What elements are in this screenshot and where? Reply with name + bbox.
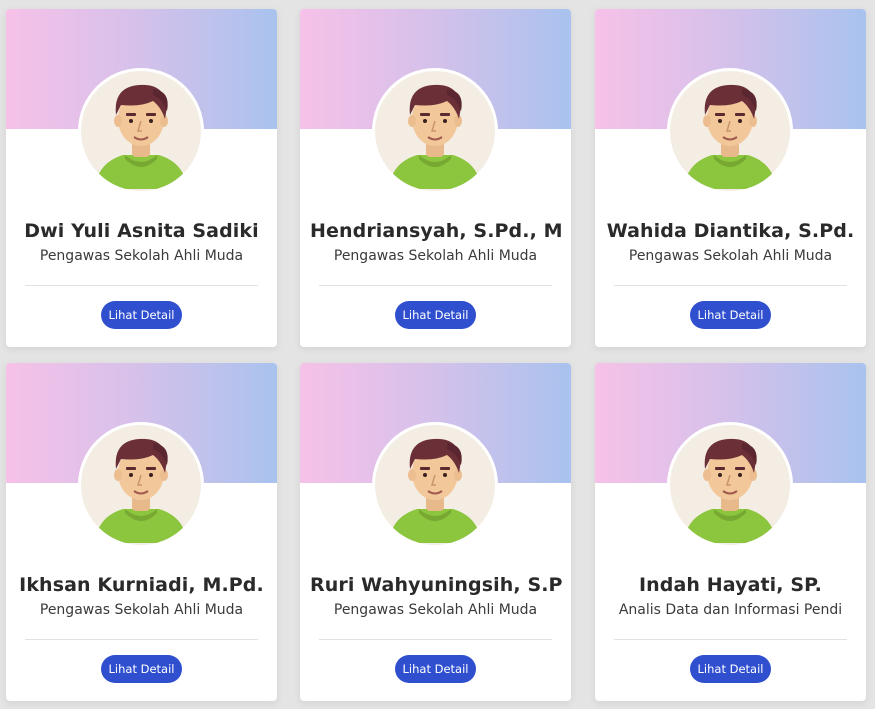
view-detail-button[interactable]: Lihat Detail bbox=[690, 655, 771, 683]
view-detail-button[interactable]: Lihat Detail bbox=[395, 655, 476, 683]
avatar bbox=[372, 68, 498, 194]
staff-name: Hendriansyah, S.Pd., M bbox=[310, 220, 563, 242]
avatar bbox=[78, 68, 204, 194]
default-male-avatar-icon bbox=[670, 71, 790, 191]
staff-name: Dwi Yuli Asnita Sadiki bbox=[24, 220, 259, 242]
staff-role: Pengawas Sekolah Ahli Muda bbox=[39, 602, 244, 618]
view-detail-button[interactable]: Lihat Detail bbox=[101, 655, 182, 683]
staff-card: Indah Hayati, SP. Analis Data dan Inform… bbox=[595, 363, 866, 701]
divider bbox=[25, 639, 258, 640]
staff-role: Pengawas Sekolah Ahli Muda bbox=[628, 248, 833, 264]
default-male-avatar-icon bbox=[81, 425, 201, 545]
divider bbox=[614, 285, 847, 286]
staff-name: Indah Hayati, SP. bbox=[639, 574, 822, 596]
default-male-avatar-icon bbox=[670, 425, 790, 545]
staff-role: Pengawas Sekolah Ahli Muda bbox=[333, 602, 538, 618]
staff-card: Ruri Wahyuningsih, S.P Pengawas Sekolah … bbox=[300, 363, 571, 701]
divider bbox=[319, 285, 552, 286]
staff-role: Analis Data dan Informasi Pendi bbox=[618, 602, 843, 618]
avatar bbox=[667, 422, 793, 548]
staff-name: Ruri Wahyuningsih, S.P bbox=[310, 574, 563, 596]
staff-card: Wahida Diantika, S.Pd. Pengawas Sekolah … bbox=[595, 9, 866, 347]
staff-name: Wahida Diantika, S.Pd. bbox=[606, 220, 855, 242]
default-male-avatar-icon bbox=[375, 425, 495, 545]
divider bbox=[319, 639, 552, 640]
avatar bbox=[667, 68, 793, 194]
default-male-avatar-icon bbox=[375, 71, 495, 191]
staff-role: Pengawas Sekolah Ahli Muda bbox=[39, 248, 244, 264]
divider bbox=[614, 639, 847, 640]
staff-grid: Dwi Yuli Asnita Sadiki Pengawas Sekolah … bbox=[0, 0, 875, 709]
staff-card: Ikhsan Kurniadi, M.Pd. Pengawas Sekolah … bbox=[6, 363, 277, 701]
avatar bbox=[78, 422, 204, 548]
staff-name: Ikhsan Kurniadi, M.Pd. bbox=[19, 574, 264, 596]
avatar bbox=[372, 422, 498, 548]
divider bbox=[25, 285, 258, 286]
view-detail-button[interactable]: Lihat Detail bbox=[690, 301, 771, 329]
view-detail-button[interactable]: Lihat Detail bbox=[101, 301, 182, 329]
staff-card: Hendriansyah, S.Pd., M Pengawas Sekolah … bbox=[300, 9, 571, 347]
staff-role: Pengawas Sekolah Ahli Muda bbox=[333, 248, 538, 264]
view-detail-button[interactable]: Lihat Detail bbox=[395, 301, 476, 329]
staff-card: Dwi Yuli Asnita Sadiki Pengawas Sekolah … bbox=[6, 9, 277, 347]
default-male-avatar-icon bbox=[81, 71, 201, 191]
